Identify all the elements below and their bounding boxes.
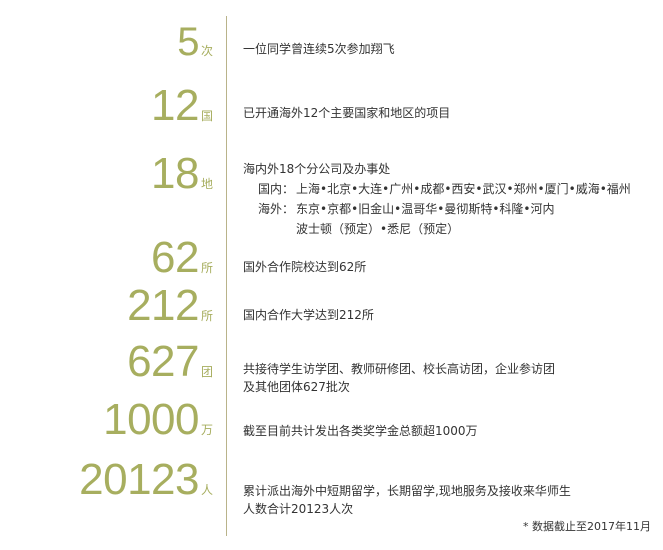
stat-value: 12 (151, 81, 199, 130)
stat-unit: 团 (200, 365, 213, 379)
stat-number-12: 12 国 (0, 84, 213, 128)
stat-description: 截至目前共计发出各类奖学金总额超1000万 (243, 424, 478, 438)
stat-unit: 万 (200, 423, 213, 437)
stat-number-62: 62 所 (0, 236, 213, 280)
overseas-cities-planned: 波士顿（预定）•悉尼（预定） (296, 222, 460, 236)
stat-description: 一位同学曾连续5次参加翔飞 (243, 42, 395, 56)
domestic-label: 国内： (258, 182, 295, 196)
stat-number-212: 212 所 (0, 284, 213, 328)
stat-value: 62 (151, 233, 199, 282)
stat-unit: 次 (200, 44, 213, 58)
stat-value: 18 (151, 149, 199, 198)
stat-description: 国内合作大学达到212所 (243, 308, 374, 322)
stat-unit: 所 (200, 309, 213, 323)
stat-value: 212 (127, 281, 199, 330)
domestic-cities: 上海•北京•大连•广州•成都•西安•武汉•郑州•厦门•威海•福州 (296, 182, 631, 196)
overseas-label: 海外： (258, 202, 295, 216)
overseas-cities: 东京•京都•旧金山•温哥华•曼彻斯特•科隆•河内 (296, 202, 555, 216)
stat-value: 1000 (103, 395, 199, 444)
stat-description: 及其他团体627批次 (243, 380, 350, 394)
stat-value: 5 (177, 20, 199, 64)
stat-description: 国外合作院校达到62所 (243, 260, 367, 274)
vertical-divider (226, 16, 227, 536)
stat-value: 20123 (79, 455, 199, 504)
stat-unit: 地 (200, 177, 213, 191)
data-cutoff-footnote: * 数据截止至2017年11月 (523, 520, 651, 533)
stat-unit: 所 (200, 261, 213, 275)
stat-unit: 人 (200, 483, 213, 497)
stat-number-20123: 20123 人 (0, 458, 213, 502)
stat-description: 海内外18个分公司及办事处 (243, 162, 391, 176)
stat-description: 已开通海外12个主要国家和地区的项目 (243, 106, 451, 120)
stat-unit: 国 (200, 109, 213, 123)
stat-description: 累计派出海外中短期留学，长期留学,现地服务及接收来华师生 (243, 484, 571, 498)
stat-number-1000: 1000 万 (0, 398, 213, 442)
stat-number-627: 627 团 (0, 340, 213, 384)
stat-number-5: 5次 (0, 22, 213, 62)
stat-value: 627 (127, 337, 199, 386)
stat-description: 共接待学生访学团、教师研修团、校长高访团，企业参访团 (243, 362, 556, 376)
stat-description: 人数合计20123人次 (243, 502, 354, 516)
stat-number-18: 18 地 (0, 152, 213, 196)
